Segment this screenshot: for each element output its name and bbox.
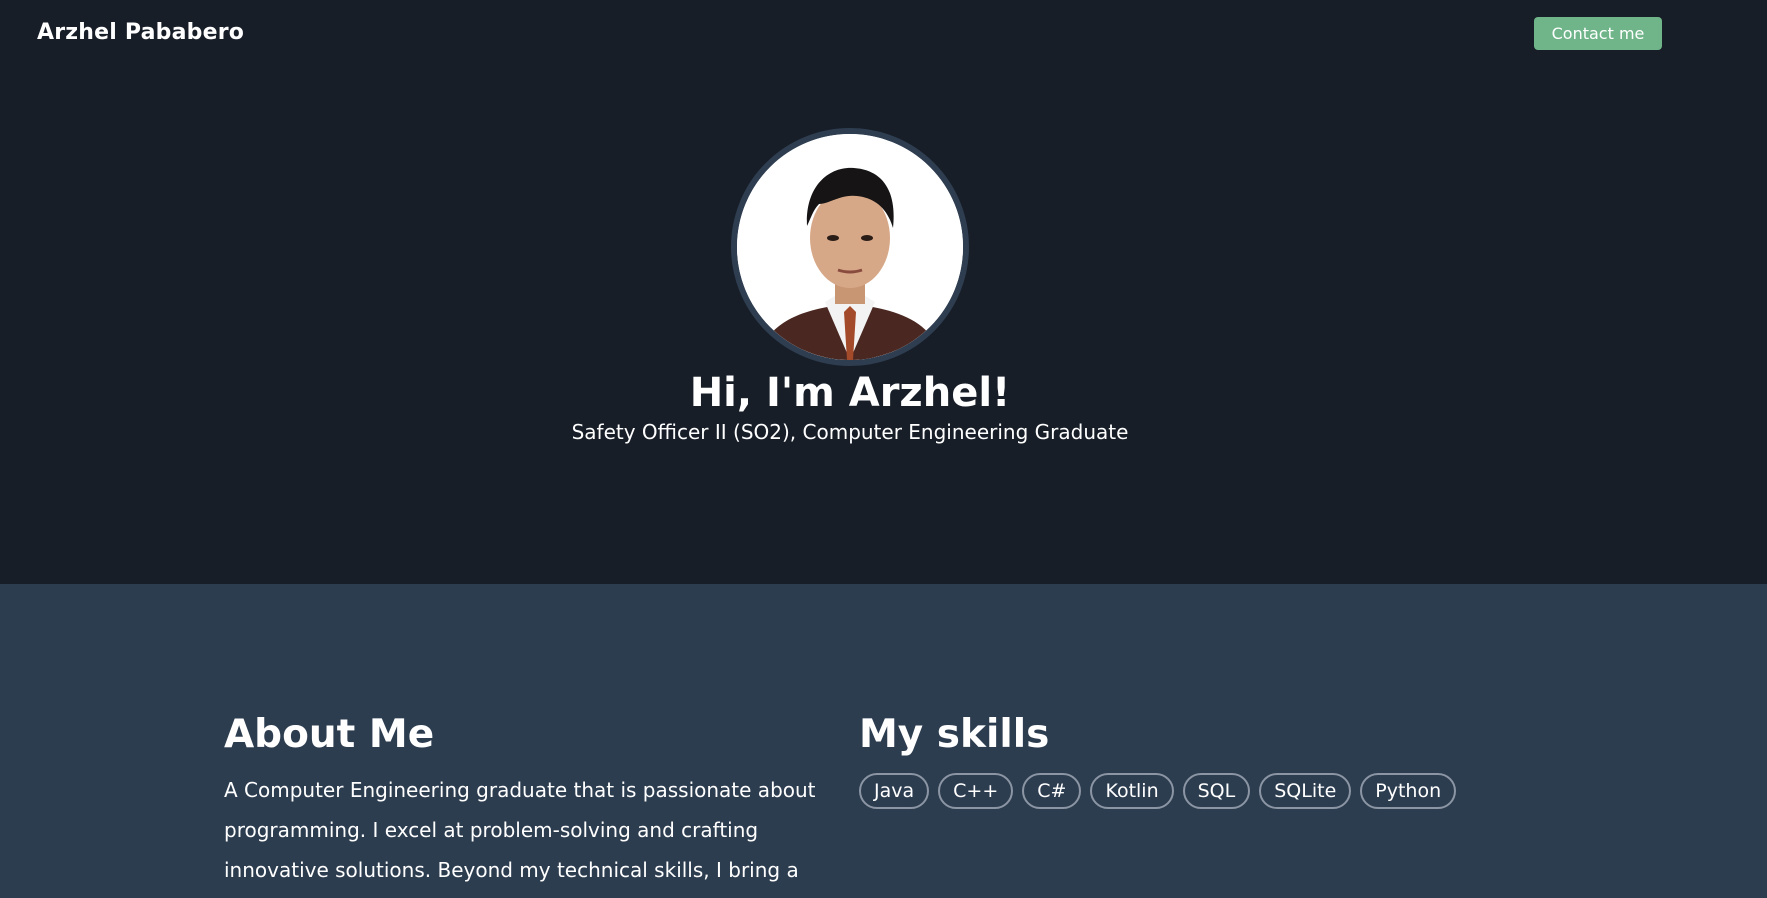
skills-list: Java C++ C# Kotlin SQL SQLite Python [859,773,1457,809]
skill-tag-csharp[interactable]: C# [1022,773,1082,809]
page: Arzhel Pababero Contact me Hi, I'm Arzhe… [0,0,1767,898]
hero-subtitle: Safety Officer II (SO2), Computer Engine… [571,420,1129,444]
hero-section: Arzhel Pababero Contact me Hi, I'm Arzhe… [0,0,1767,584]
about-heading: About Me [224,712,435,757]
skill-tag-python[interactable]: Python [1360,773,1457,809]
about-section: About Me A Computer Engineering graduate… [0,584,1767,898]
skills-heading: My skills [859,712,1050,757]
profile-photo [731,128,969,366]
contact-button[interactable]: Contact me [1534,17,1662,50]
person-portrait-icon [737,134,963,360]
skill-tag-sqlite[interactable]: SQLite [1259,773,1352,809]
hero-title: Hi, I'm Arzhel! [689,370,1011,416]
skill-tag-kotlin[interactable]: Kotlin [1090,773,1174,809]
skill-tag-java[interactable]: Java [859,773,930,809]
site-brand[interactable]: Arzhel Pababero [37,20,244,45]
skill-tag-cpp[interactable]: C++ [938,773,1014,809]
skill-tag-sql[interactable]: SQL [1182,773,1251,809]
about-text: A Computer Engineering graduate that is … [224,778,816,882]
